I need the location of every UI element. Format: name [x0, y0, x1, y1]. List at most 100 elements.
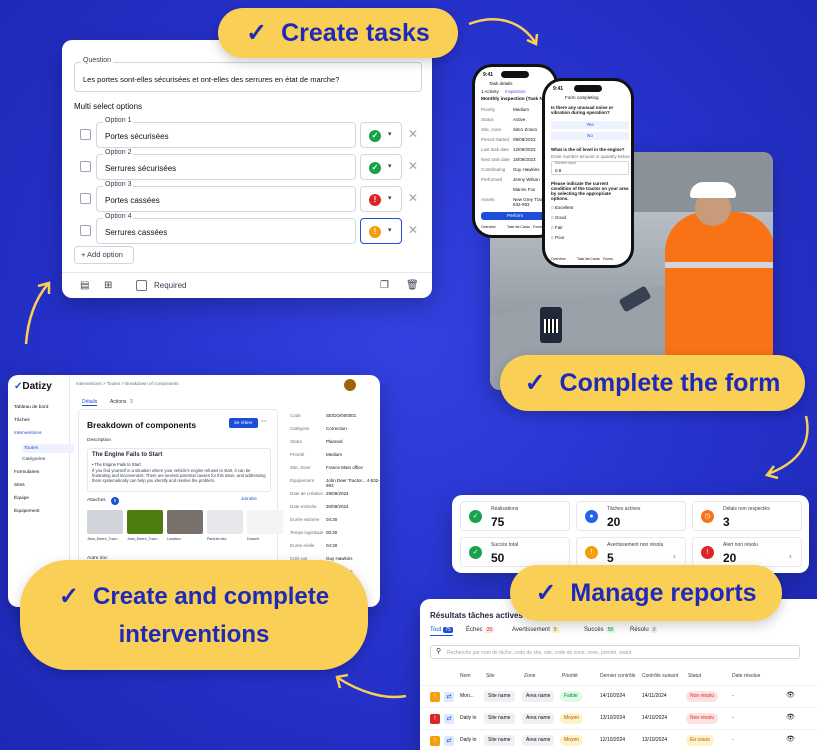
attachment-thumb[interactable]: Jhon_Deere_Tract... [87, 510, 123, 548]
tab[interactable]: Détails [82, 399, 98, 406]
question-field[interactable]: Question Les portes sont-elles sécurisée… [74, 57, 422, 92]
repeat-icon: ⇄ [444, 736, 454, 746]
sidebar-item[interactable]: Sites [14, 483, 25, 488]
status-select[interactable]: ! ▾ [360, 218, 402, 244]
trash-icon[interactable]: 🗑 [406, 280, 419, 291]
detail-key: Statut [290, 439, 302, 444]
attachment-thumb[interactable]: John_Deere_Tract... [127, 510, 163, 548]
status-select[interactable]: ✓ ▾ [360, 122, 402, 148]
document-icon[interactable]: ▤ [80, 280, 89, 291]
status-select[interactable]: ! ▾ [360, 186, 402, 212]
row-status[interactable]: Non résolu [686, 713, 719, 724]
eye-icon[interactable]: 👁 [786, 713, 795, 721]
thumbnail-name: PartList.xlsx [207, 537, 227, 541]
repeat-icon: ⇄ [444, 692, 454, 702]
logo: ✓Datizy [14, 381, 52, 392]
table-title: Résultats tâches actives [430, 611, 523, 620]
row-zone: Area name [522, 735, 555, 746]
add-image-icon[interactable]: ⊞ [104, 280, 112, 291]
radio-option[interactable]: ○ Good [551, 215, 566, 220]
phone-tab[interactable]: Task list Cards [577, 257, 600, 261]
row-next-check: 13/10/2024 [642, 737, 668, 743]
stat-tile: ✓ Réalisations 75 [460, 501, 570, 531]
attachment-thumb[interactable]: Location [167, 510, 203, 548]
sidebar-item[interactable]: Équipe [14, 496, 29, 501]
attachment-thumb[interactable]: Documi [247, 510, 283, 548]
phone1-title: Task details [489, 81, 513, 86]
radio-option[interactable]: ○ Poor [551, 235, 564, 240]
option-checkbox[interactable] [80, 161, 91, 172]
detail-value: 29/09/2024 [326, 491, 349, 496]
phone-tab[interactable]: Task list Cards [507, 225, 530, 229]
stat-tile: ● Tâches actives 20 [576, 501, 686, 531]
close-icon[interactable]: ✕ [408, 191, 418, 205]
copy-icon[interactable]: ❐ [380, 280, 389, 291]
phone-tab[interactable]: Forms [603, 257, 613, 261]
yes-option[interactable]: Yes [551, 121, 629, 129]
row-last-check: 12/10/2024 [600, 737, 626, 743]
stat-value: 3 [723, 515, 730, 529]
sidebar-item[interactable]: Tableau de bord [14, 405, 48, 410]
table-row[interactable]: ! ⇄ Daily lo Site name Area name Moyen 13/10/2… [420, 707, 817, 729]
radio-option[interactable]: ○ Excellent [551, 205, 573, 210]
attach-button[interactable]: Joindre [241, 497, 257, 502]
sidebar-item[interactable]: Interventions [14, 431, 41, 436]
radio-option[interactable]: ○ Fair [551, 225, 563, 230]
stat-tile: ! Alert non résolu 20 3 [692, 537, 802, 567]
table-row[interactable]: ! ⇄ Daily lo Site name Area name Moyen 12/10/2… [420, 729, 817, 750]
perform-button[interactable]: Perform [481, 212, 549, 220]
sidebar-item[interactable]: Tâches [14, 418, 30, 423]
option-checkbox[interactable] [80, 129, 91, 140]
close-icon[interactable]: ✕ [408, 159, 418, 173]
sidebar-item[interactable]: Catégories [22, 457, 45, 462]
status-select[interactable]: ✓ ▾ [360, 154, 402, 180]
option-field[interactable]: Option 3 Portes cassées [96, 181, 356, 212]
phone-tab[interactable]: Overview [481, 225, 496, 229]
search-input[interactable]: ⚲ Recherche par nom de tâche, code de si… [430, 645, 800, 659]
eye-icon[interactable]: 👁 [786, 735, 795, 743]
option-label: Option 2 [103, 149, 134, 156]
sidebar-item[interactable]: Formulaires [14, 470, 39, 475]
option-field[interactable]: Option 2 Serrures sécurisées [96, 149, 356, 180]
close-icon[interactable]: ✕ [408, 127, 418, 141]
stat-label: Délais non respectés [723, 506, 770, 512]
filter-tab[interactable]: Résolu 0 [630, 627, 658, 633]
phone1-breadcrumb: 1 Activity [481, 89, 499, 94]
thumbnail-image [207, 510, 243, 534]
filter-tab[interactable]: Succès 50 [584, 627, 616, 633]
option-checkbox[interactable] [80, 225, 91, 236]
row-status[interactable]: En cours [686, 735, 714, 746]
close-icon[interactable]: ✕ [408, 223, 418, 237]
table-row[interactable]: ! ⇄ Mon... Site name Area name Faible 14/10/20… [420, 685, 817, 707]
option-field[interactable]: Option 1 Portes sécurisées [96, 117, 356, 148]
option-checkbox[interactable] [80, 193, 91, 204]
stat-icon: ! [701, 546, 714, 559]
add-option-button[interactable]: + Add option [74, 246, 134, 264]
detail-value: Medium [326, 452, 343, 457]
tab[interactable]: Actions [110, 399, 126, 405]
filter-tab[interactable]: Tout 75 [430, 627, 453, 636]
attachment-thumb[interactable]: PartList.xlsx [207, 510, 243, 548]
option-field[interactable]: Option 4 Serrures cassées [96, 213, 356, 244]
sidebar-item[interactable]: Équipement [14, 509, 40, 514]
filter-tab[interactable]: Échec 20 [466, 627, 495, 633]
filter-tab[interactable]: Avertissement 5 [512, 627, 559, 633]
row-status[interactable]: Non résolu [686, 691, 719, 702]
page-title: Breakdown of components [87, 420, 197, 430]
no-option[interactable]: No [551, 132, 629, 140]
phone-tab[interactable]: Overview [551, 257, 566, 261]
create-tasks-text: Create tasks [281, 18, 430, 47]
detail-key: Durée réelle [290, 543, 315, 548]
avatar[interactable] [344, 379, 356, 391]
eye-icon[interactable]: 👁 [786, 691, 795, 699]
more-icon[interactable]: ⋯ [261, 418, 267, 425]
withdraw-button[interactable]: Se rétirer [229, 418, 258, 428]
phone1-field-value: 09/09/2023 [513, 137, 536, 142]
stat-tile: ◷ Délais non respectés 3 [692, 501, 802, 531]
required-checkbox[interactable] [136, 280, 147, 291]
phone1-field-value: Site1 Zone1 [513, 127, 538, 132]
number-input[interactable]: Number input 0.8 [551, 161, 629, 175]
sidebar-item[interactable]: Toutes [22, 444, 74, 453]
description-box[interactable]: The Engine Fails to Start • The Engine F… [87, 448, 271, 492]
form-footer-toolbar: ▤ ⊞ Required ❐ 🗑 [62, 272, 432, 298]
